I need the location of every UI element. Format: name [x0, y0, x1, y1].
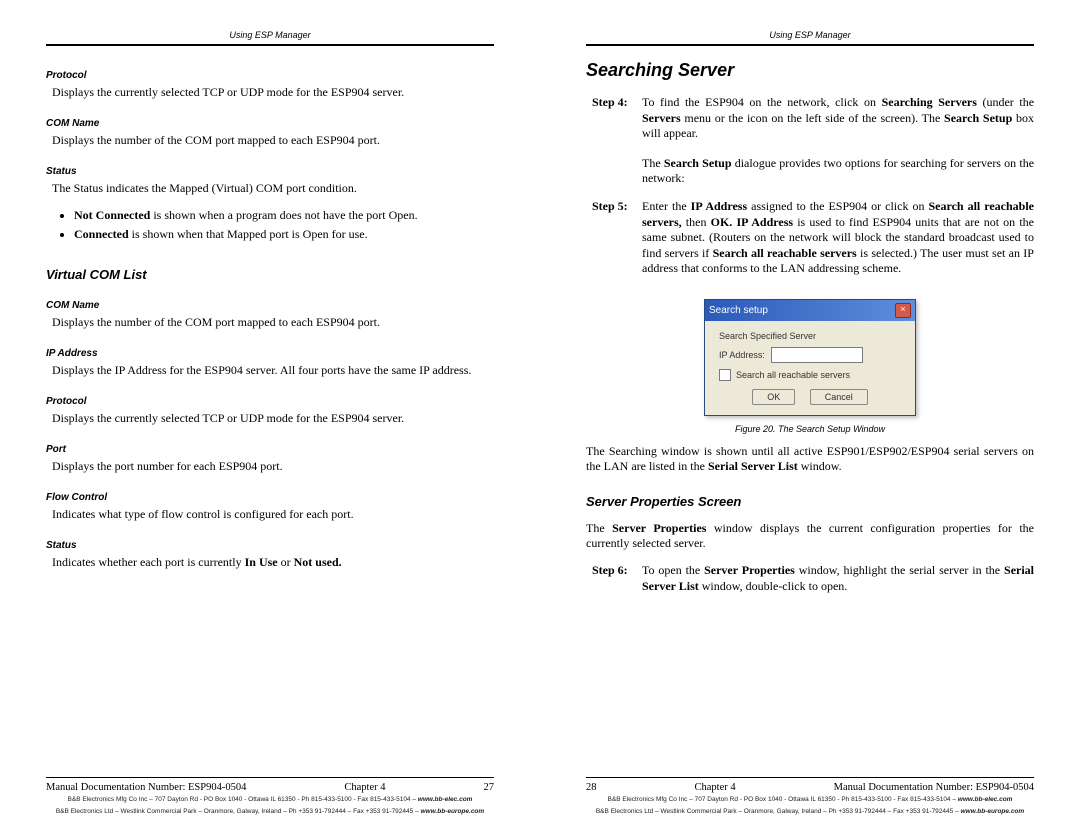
footer-fineprint-2: B&B Electronics Ltd – Westlink Commercia… — [46, 808, 494, 816]
term-status: Status The Status indicates the Mapped (… — [46, 156, 494, 204]
cancel-button[interactable]: Cancel — [810, 389, 868, 405]
section-searching-server: Searching Server — [586, 60, 1034, 81]
status-bullets: Not Connected is shown when a program do… — [74, 208, 494, 245]
dialog-titlebar: Search setup × — [705, 300, 915, 321]
page-header-left: Using ESP Manager — [46, 30, 494, 46]
term-label: COM Name — [46, 118, 494, 129]
dialog-title: Search setup — [709, 305, 768, 316]
term-label: Protocol — [46, 396, 494, 407]
footer-chapter: Chapter 4 — [695, 782, 736, 793]
term-text: The Status indicates the Mapped (Virtual… — [52, 181, 494, 196]
term-text: Displays the currently selected TCP or U… — [52, 411, 494, 426]
page-footer-right: 28 Chapter 4 Manual Documentation Number… — [586, 777, 1034, 816]
step-body: To open the Server Properties window, hi… — [642, 563, 1034, 594]
search-setup-dialog: Search setup × Search Specified Server I… — [704, 299, 916, 416]
step-label: Step 6: — [592, 563, 642, 594]
figure-caption: Figure 20. The Search Setup Window — [586, 424, 1034, 434]
dialog-field-ipaddress: IP Address: — [719, 347, 901, 363]
section-server-properties: Server Properties Screen — [586, 494, 1034, 509]
step-4: Step 4: To find the ESP904 on the networ… — [592, 95, 1034, 142]
step-5: Step 5: Enter the IP Address assigned to… — [592, 199, 1034, 277]
term-label: COM Name — [46, 300, 494, 311]
dialog-body: Search Specified Server IP Address: Sear… — [705, 321, 915, 415]
bullet-item: Connected is shown when that Mapped port… — [74, 227, 494, 243]
section-virtual-com-list: Virtual COM List — [46, 267, 494, 282]
term-text: Displays the IP Address for the ESP904 s… — [52, 363, 494, 378]
term-text: Indicates whether each port is currently… — [52, 555, 494, 570]
server-properties-intro: The Server Properties window displays th… — [586, 521, 1034, 551]
step-label: Step 5: — [592, 199, 642, 277]
step-body: Enter the IP Address assigned to the ESP… — [642, 199, 1034, 277]
term-text: Indicates what type of flow control is c… — [52, 507, 494, 522]
page-left: Using ESP Manager Protocol Displays the … — [0, 0, 540, 834]
footer-fineprint-1: B&B Electronics Mfg Co Inc – 707 Dayton … — [586, 796, 1034, 804]
bullet-item: Not Connected is shown when a program do… — [74, 208, 494, 224]
term-protocol: Protocol Displays the currently selected… — [46, 60, 494, 108]
footer-chapter: Chapter 4 — [344, 782, 385, 793]
ok-button[interactable]: OK — [752, 389, 795, 405]
term-comname: COM Name Displays the number of the COM … — [46, 108, 494, 156]
term-label: Protocol — [46, 70, 494, 81]
close-icon[interactable]: × — [895, 303, 911, 318]
two-page-spread: Using ESP Manager Protocol Displays the … — [0, 0, 1080, 834]
vlist-ipaddress: IP Address Displays the IP Address for t… — [46, 338, 494, 386]
dialog-checkbox-row[interactable]: Search all reachable servers — [719, 369, 901, 381]
page-footer-left: Manual Documentation Number: ESP904-0504… — [46, 777, 494, 816]
term-text: Displays the number of the COM port mapp… — [52, 133, 494, 148]
figure-search-setup: Search setup × Search Specified Server I… — [586, 299, 1034, 434]
vlist-flowcontrol: Flow Control Indicates what type of flow… — [46, 482, 494, 530]
footer-page: 27 — [483, 782, 494, 793]
step-body: To find the ESP904 on the network, click… — [642, 95, 1034, 142]
ipaddress-label: IP Address: — [719, 350, 765, 360]
page-header-right: Using ESP Manager — [586, 30, 1034, 46]
term-label: Status — [46, 166, 494, 177]
step-label: Step 4: — [592, 95, 642, 142]
dialog-field-specified: Search Specified Server — [719, 331, 901, 341]
footer-doc: Manual Documentation Number: ESP904-0504 — [46, 782, 246, 793]
footer-fineprint-1: B&B Electronics Mfg Co Inc – 707 Dayton … — [46, 796, 494, 804]
term-label: Port — [46, 444, 494, 455]
footer-doc: Manual Documentation Number: ESP904-0504 — [834, 782, 1034, 793]
searching-window-note: The Searching window is shown until all … — [586, 444, 1034, 474]
term-text: Displays the currently selected TCP or U… — [52, 85, 494, 100]
term-label: Flow Control — [46, 492, 494, 503]
footer-page: 28 — [586, 782, 597, 793]
footer-fineprint-2: B&B Electronics Ltd – Westlink Commercia… — [586, 808, 1034, 816]
term-label: IP Address — [46, 348, 494, 359]
ipaddress-input[interactable] — [771, 347, 863, 363]
checkbox-label: Search all reachable servers — [736, 370, 850, 380]
step-6: Step 6: To open the Server Properties wi… — [592, 563, 1034, 594]
search-setup-intro: The Search Setup dialogue provides two o… — [642, 156, 1034, 187]
term-text: Displays the number of the COM port mapp… — [52, 315, 494, 330]
vlist-comname: COM Name Displays the number of the COM … — [46, 290, 494, 338]
vlist-protocol: Protocol Displays the currently selected… — [46, 386, 494, 434]
term-label: Status — [46, 540, 494, 551]
vlist-status: Status Indicates whether each port is cu… — [46, 530, 494, 578]
checkbox-icon[interactable] — [719, 369, 731, 381]
dialog-button-row: OK Cancel — [719, 389, 901, 405]
term-text: Displays the port number for each ESP904… — [52, 459, 494, 474]
vlist-port: Port Displays the port number for each E… — [46, 434, 494, 482]
page-right: Using ESP Manager Searching Server Step … — [540, 0, 1080, 834]
